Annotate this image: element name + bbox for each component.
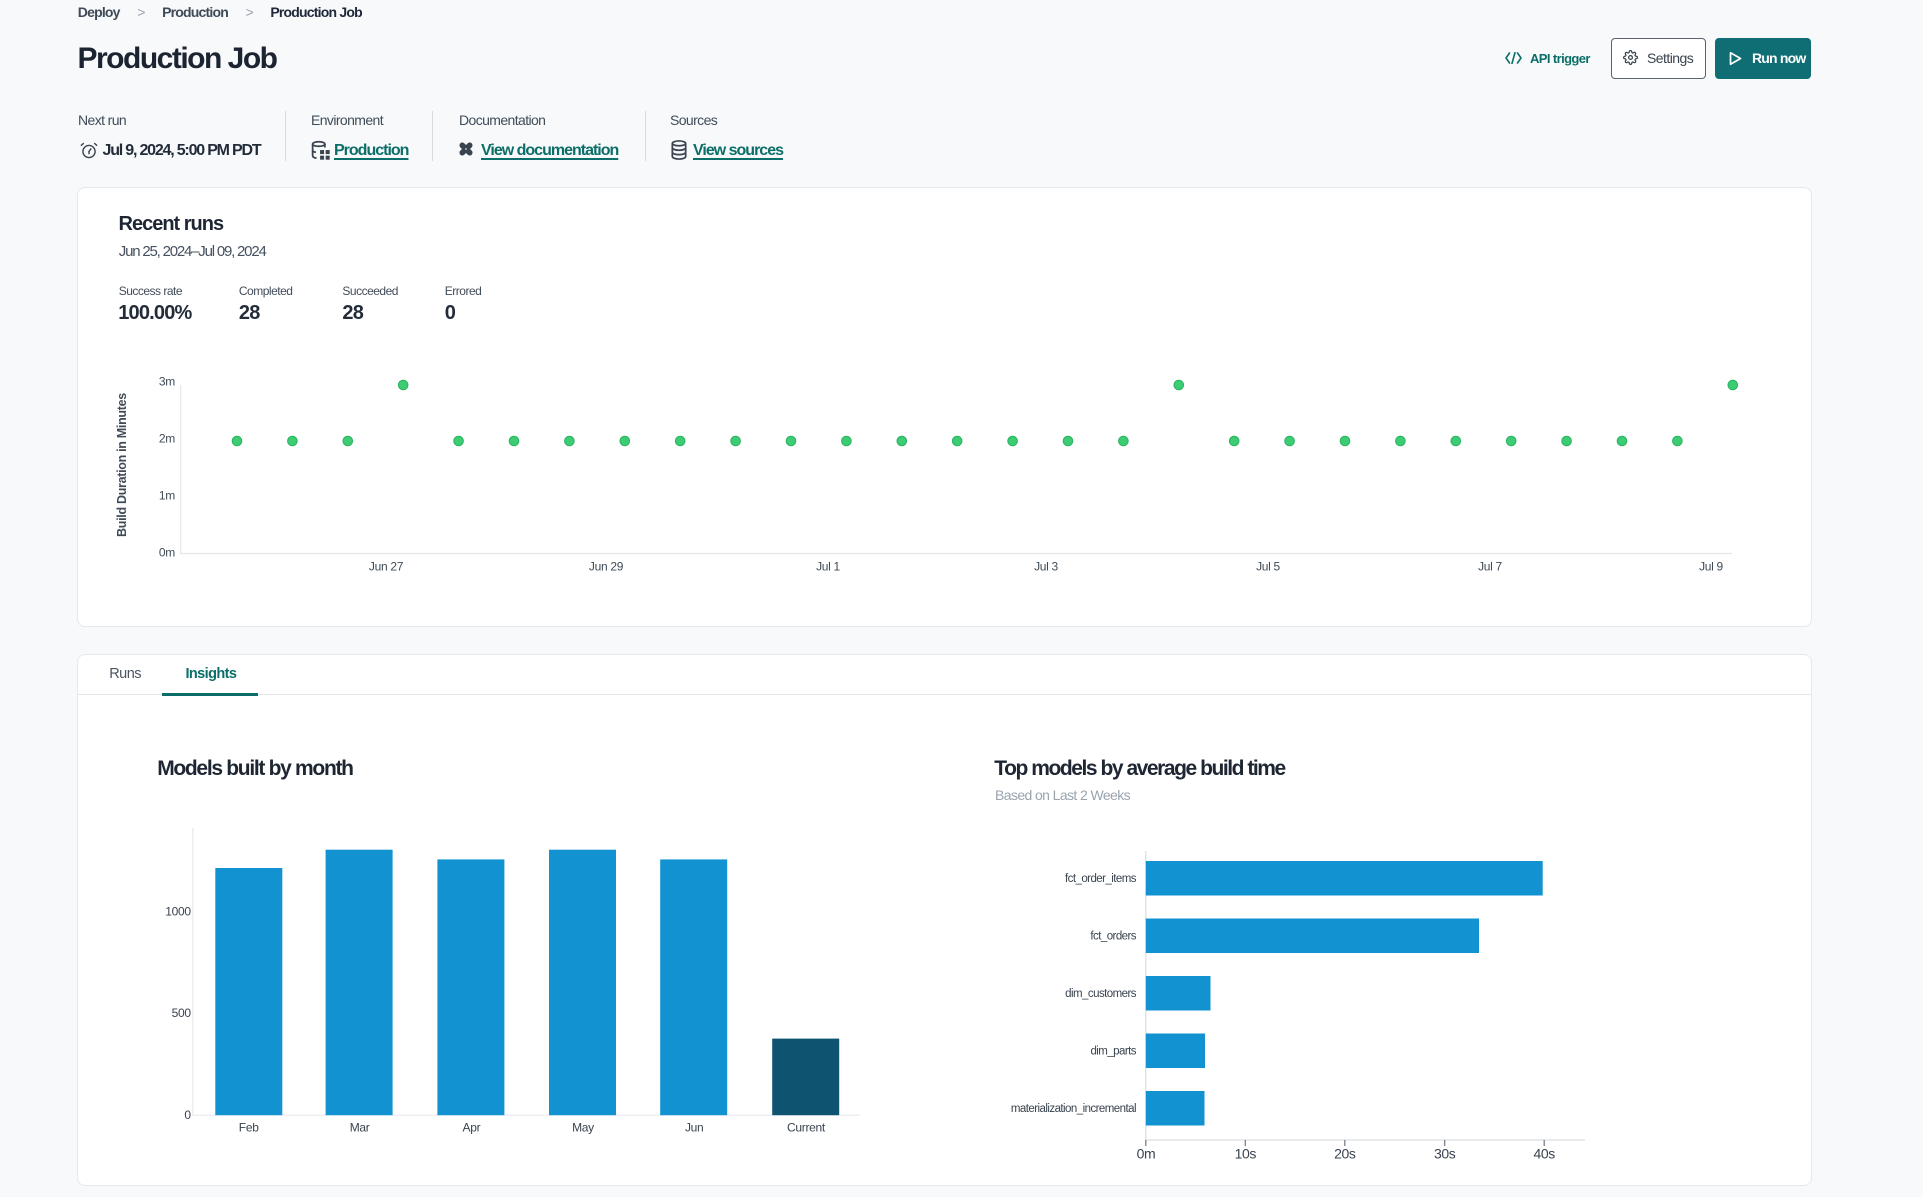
svg-text:Mar: Mar <box>350 1120 370 1134</box>
svg-text:2m: 2m <box>159 432 175 446</box>
svg-text:Current: Current <box>787 1120 826 1134</box>
svg-text:0: 0 <box>184 1108 191 1122</box>
svg-text:Jul 5: Jul 5 <box>1256 560 1280 574</box>
svg-text:500: 500 <box>172 1006 192 1020</box>
svg-text:10s: 10s <box>1235 1146 1257 1162</box>
svg-text:Jul 7: Jul 7 <box>1478 560 1502 574</box>
svg-text:40s: 40s <box>1534 1146 1556 1162</box>
svg-text:Jun: Jun <box>685 1120 703 1134</box>
svg-text:Jun 29: Jun 29 <box>589 560 624 574</box>
svg-text:Jul 1: Jul 1 <box>816 560 840 574</box>
svg-text:materialization_incremental: materialization_incremental <box>1011 1103 1136 1115</box>
svg-text:0m: 0m <box>159 545 175 559</box>
svg-text:Apr: Apr <box>463 1120 481 1134</box>
svg-text:dim_parts: dim_parts <box>1090 1046 1136 1058</box>
svg-text:3m: 3m <box>159 375 175 389</box>
svg-text:Jul 9: Jul 9 <box>1699 560 1723 574</box>
svg-text:Build Duration in Minutes: Build Duration in Minutes <box>115 393 129 537</box>
svg-text:fct_orders: fct_orders <box>1090 931 1136 943</box>
svg-text:Jun 27: Jun 27 <box>369 560 404 574</box>
svg-text:dim_customers: dim_customers <box>1065 988 1137 1000</box>
svg-text:0m: 0m <box>1137 1146 1156 1162</box>
svg-text:1m: 1m <box>159 488 175 502</box>
svg-text:Feb: Feb <box>239 1120 259 1134</box>
svg-text:fct_order_items: fct_order_items <box>1065 873 1137 885</box>
svg-text:May: May <box>572 1120 594 1134</box>
svg-text:20s: 20s <box>1334 1146 1356 1162</box>
svg-text:Jul 3: Jul 3 <box>1034 560 1058 574</box>
svg-text:1000: 1000 <box>165 905 191 919</box>
svg-text:30s: 30s <box>1434 1146 1456 1162</box>
